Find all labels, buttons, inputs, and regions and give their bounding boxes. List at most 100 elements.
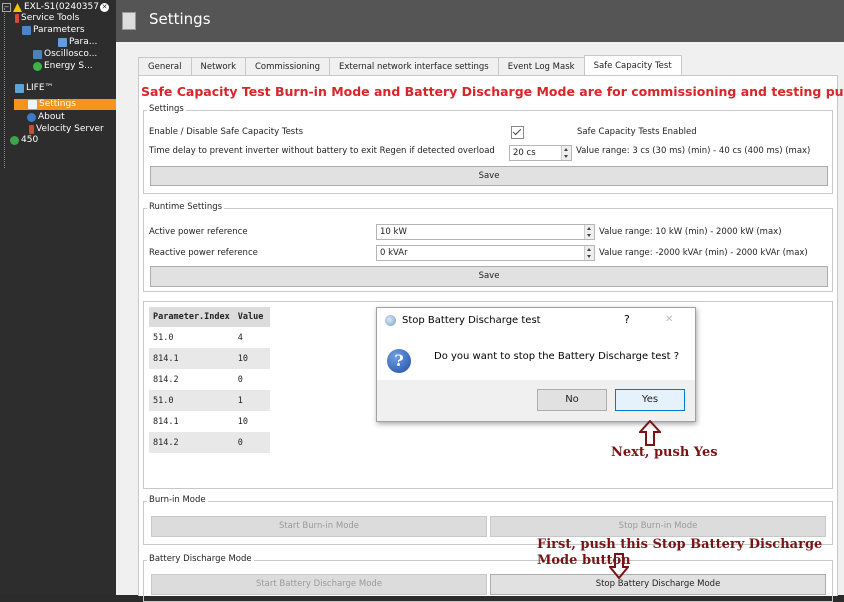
tab-network[interactable]: Network: [190, 57, 246, 76]
tree-item-label: About: [38, 112, 65, 122]
tree-item-para[interactable]: Para...: [58, 37, 97, 48]
question-icon: ?: [387, 349, 411, 373]
no-button[interactable]: No: [537, 389, 607, 411]
tab-commissioning[interactable]: Commissioning: [245, 57, 331, 76]
table-cell: 0: [237, 374, 243, 385]
delay-label: Time delay to prevent inverter without b…: [149, 146, 495, 156]
spin-arrows-icon[interactable]: [584, 225, 594, 239]
tree-item-label: Para...: [69, 37, 98, 47]
spin-arrows-icon[interactable]: [561, 146, 571, 160]
start-burnin-button[interactable]: Start Burn-in Mode: [151, 516, 487, 537]
table-cell: 1: [233, 390, 270, 411]
help-button[interactable]: ?: [624, 313, 630, 326]
tree-item-label: Velocity Server: [36, 124, 104, 134]
enable-label: Enable / Disable Safe Capacity Tests: [149, 127, 303, 137]
tab-general[interactable]: General: [138, 57, 192, 76]
table-cell: 814.1: [153, 416, 179, 427]
table-row: 814.1 10: [149, 348, 270, 369]
tree-item-energy[interactable]: Energy S...: [33, 61, 93, 72]
warning-icon: [13, 3, 22, 12]
tab-event-log-mask[interactable]: Event Log Mask: [497, 57, 585, 76]
table-cell: 0: [233, 432, 270, 453]
tree-item-oscilloscope[interactable]: Oscillosco...: [33, 49, 97, 60]
column-header: Parameter.Index: [149, 307, 234, 327]
table-row: 51.0 4: [149, 327, 270, 348]
close-button[interactable]: ✕: [665, 314, 673, 325]
tree-item-device[interactable]: − EXL-S1(0240357 ✕: [2, 2, 109, 13]
page-header: Settings: [116, 0, 844, 42]
tree-item-label: EXL-S1(0240357: [24, 2, 99, 12]
tree-item-about[interactable]: About: [27, 112, 65, 123]
arrow-up-icon: [639, 420, 661, 446]
reactive-power-value: 0 kVAr: [380, 248, 408, 258]
enable-status: Safe Capacity Tests Enabled: [577, 127, 697, 137]
tools-icon: [15, 14, 19, 23]
life-icon: [15, 84, 24, 93]
runtime-group-title: Runtime Settings: [147, 202, 225, 212]
table-row: 814.2 0: [149, 432, 270, 453]
table-cell: 4: [237, 332, 243, 343]
yes-button[interactable]: Yes: [615, 389, 685, 411]
tree-item-settings[interactable]: Settings: [14, 99, 116, 110]
parameters-icon: [22, 26, 31, 35]
device-icon: [10, 136, 19, 145]
stop-discharge-button[interactable]: Stop Battery Discharge Mode: [490, 574, 826, 595]
stop-burnin-button[interactable]: Stop Burn-in Mode: [490, 516, 826, 537]
tree-item-label: Settings: [39, 99, 76, 109]
app-icon: [385, 315, 396, 326]
annotation-first-line1: First, push this Stop Battery Discharge: [537, 537, 823, 552]
stop-discharge-dialog: Stop Battery Discharge test ? ✕ ? Do you…: [376, 307, 696, 422]
tree-item-label: Service Tools: [21, 13, 80, 23]
tree-item-label: LIFE™: [26, 83, 54, 93]
close-icon[interactable]: ✕: [100, 3, 109, 12]
reactive-power-range: Value range: -2000 kVAr (min) - 2000 kVA…: [599, 248, 808, 258]
page-title: Settings: [149, 10, 211, 28]
parameter-icon: [58, 38, 67, 47]
active-power-label: Active power reference: [149, 227, 248, 237]
tab-external-network-interface-settings[interactable]: External network interface settings: [329, 57, 499, 76]
runtime-save-button[interactable]: Save: [150, 266, 828, 287]
table-cell: 10: [237, 416, 249, 427]
column-header: Value: [233, 307, 270, 327]
annotation-next: Next, push Yes: [611, 445, 718, 460]
tree-item-velocity-server[interactable]: Velocity Server: [27, 124, 104, 135]
tree-item-parameters[interactable]: Parameters: [22, 25, 85, 36]
delay-range: Value range: 3 cs (30 ms) (min) - 40 cs …: [576, 146, 811, 156]
discharge-group-title: Battery Discharge Mode: [147, 554, 254, 564]
table-row: 51.0 1: [149, 390, 270, 411]
spin-arrows-icon[interactable]: [584, 246, 594, 260]
dialog-footer: No Yes: [377, 380, 695, 421]
tree-item-450[interactable]: 450: [10, 135, 38, 146]
table-cell: 51.0: [153, 332, 174, 343]
reactive-power-label: Reactive power reference: [149, 248, 258, 258]
tree-item-life[interactable]: LIFE™: [15, 83, 54, 94]
sidebar: − EXL-S1(0240357 ✕ Service Tools Paramet…: [0, 0, 116, 595]
parameter-table: Parameter.Index Value 51.0 4 814.1 10 814.…: [149, 307, 270, 453]
tree-item-label: Energy S...: [44, 61, 93, 71]
expand-icon[interactable]: −: [2, 3, 11, 12]
active-power-range: Value range: 10 kW (min) - 2000 kW (max): [599, 227, 782, 237]
table-cell: 814.2: [149, 432, 234, 453]
delay-spinbox[interactable]: 20 cs: [509, 145, 572, 161]
active-power-input[interactable]: 10 kW: [376, 224, 595, 240]
table-cell: 814.2: [153, 374, 179, 385]
tab-safe-capacity-test[interactable]: Safe Capacity Test: [583, 55, 682, 76]
settings-icon: [28, 100, 37, 109]
settings-save-button[interactable]: Save: [150, 166, 828, 186]
enable-checkbox[interactable]: [511, 126, 524, 139]
about-icon: [27, 113, 36, 122]
tree-item-label: Oscillosco...: [44, 49, 98, 59]
table-row: 814.1 10: [149, 411, 270, 432]
energy-icon: [33, 62, 42, 71]
delay-value: 20 cs: [513, 148, 536, 158]
oscilloscope-icon: [33, 50, 42, 59]
start-discharge-button[interactable]: Start Battery Discharge Mode: [151, 574, 487, 595]
tree-item-label: Parameters: [33, 25, 85, 35]
main-panel: Settings General Network Commissioning E…: [116, 0, 844, 602]
table-header-row: Parameter.Index Value: [149, 307, 270, 327]
tree-item-service-tools[interactable]: Service Tools: [12, 13, 79, 24]
reactive-power-input[interactable]: 0 kVAr: [376, 245, 595, 261]
server-icon: [29, 125, 34, 134]
table-cell: 814.1: [149, 348, 234, 369]
tree-line: [4, 8, 5, 168]
